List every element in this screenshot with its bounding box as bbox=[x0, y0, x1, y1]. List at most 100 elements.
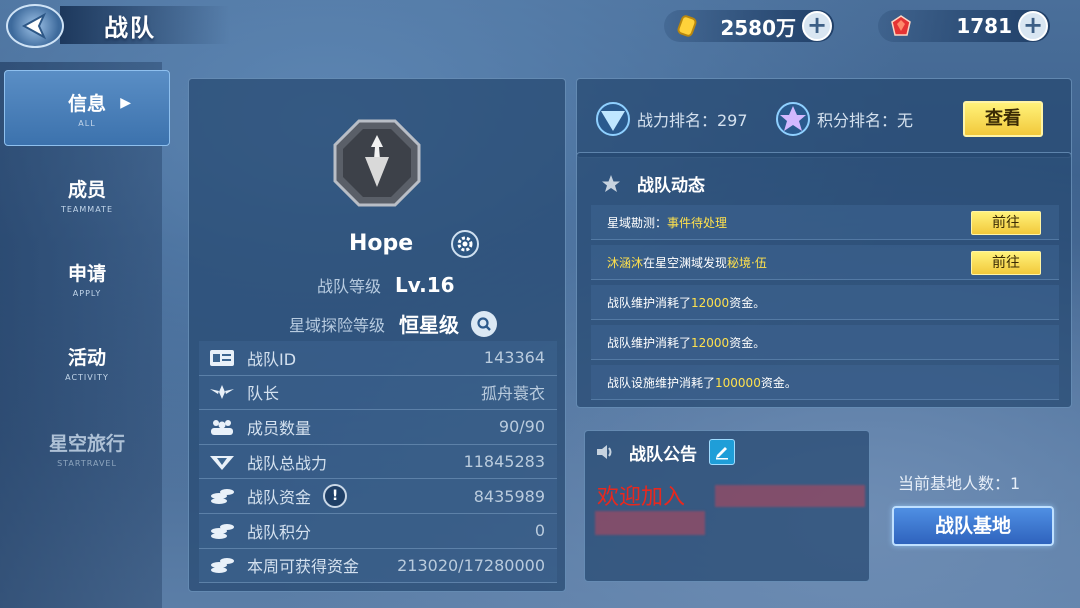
leader-wings-icon bbox=[207, 383, 237, 401]
page-title: 战队 bbox=[104, 14, 156, 42]
gold-value: 2580万 bbox=[720, 15, 796, 40]
red-gem-icon bbox=[888, 13, 914, 39]
news-text-part: 战队维护消耗了 bbox=[607, 295, 692, 310]
team-settings-button[interactable] bbox=[451, 230, 479, 258]
tab-members-label: 成员 bbox=[67, 178, 106, 201]
news-text-part: 在星空渊域发现 bbox=[643, 255, 728, 270]
base-member-count: 当前基地人数：1 bbox=[898, 474, 1021, 493]
stat-row-members: 成员数量 90/90 bbox=[199, 410, 557, 445]
news-highlight: 沐涵沐 bbox=[607, 255, 644, 270]
top-bar: 战队 2580万 + 1781 + bbox=[0, 0, 1080, 52]
back-arrow-icon bbox=[21, 12, 47, 40]
news-highlight: 12000 bbox=[691, 295, 730, 310]
explore-level-label: 星域探险等级 bbox=[289, 315, 386, 335]
news-item: 战队设施维护消耗了100000资金。 bbox=[591, 365, 1059, 400]
news-item: 沐涵沐在星空渊域发现秘境·伍 前往 bbox=[591, 245, 1059, 280]
score-rank-icon bbox=[776, 102, 810, 136]
funds-info-button[interactable]: ! bbox=[323, 484, 348, 509]
tab-activity-label: 活动 bbox=[67, 346, 106, 369]
news-highlight: 100000 bbox=[715, 375, 761, 390]
tab-info-sub: ALL bbox=[78, 118, 96, 128]
members-icon bbox=[207, 418, 237, 436]
tab-members-sub: TEAMMATE bbox=[60, 204, 113, 214]
stat-label: 战队积分 bbox=[247, 522, 312, 542]
power-rank-icon bbox=[596, 102, 630, 136]
news-text-part: 资金。 bbox=[729, 295, 766, 310]
back-button[interactable] bbox=[6, 4, 64, 48]
stat-row-leader: 队长 孤舟蓑衣 bbox=[199, 375, 557, 411]
add-gold-button[interactable]: + bbox=[802, 11, 832, 41]
power-emblem-icon bbox=[207, 453, 237, 471]
news-text-part: 资金。 bbox=[729, 335, 766, 350]
team-base-button[interactable]: 战队基地 bbox=[892, 506, 1054, 546]
team-screen: 战队 2580万 + 1781 + 信息 ALL ▶ 成员 TEAMMATE 申… bbox=[0, 0, 1080, 608]
stat-row-funds: 战队资金 ! 8435989 bbox=[199, 479, 557, 514]
tab-startravel-sub: STARTRAVEL bbox=[57, 458, 117, 468]
tab-members[interactable]: 成员 TEAMMATE bbox=[4, 156, 170, 232]
team-stats-table: 战队ID 143364 队长 孤舟蓑衣 成员数量 90/90 战队总战力 118… bbox=[199, 341, 557, 584]
stat-value: 11845283 bbox=[463, 452, 545, 472]
star-icon bbox=[602, 174, 620, 192]
stat-value: 143364 bbox=[483, 348, 545, 368]
explore-detail-button[interactable] bbox=[471, 310, 498, 337]
gold-currency: 2580万 + bbox=[664, 10, 834, 42]
notice-header: 战队公告 bbox=[595, 439, 735, 465]
stat-label: 战队ID bbox=[247, 349, 297, 369]
edit-notice-button[interactable] bbox=[709, 439, 735, 465]
stat-label: 战队总战力 bbox=[247, 453, 328, 473]
team-notice-panel: 战队公告 欢迎加入 bbox=[584, 430, 870, 582]
stat-label: 战队资金 bbox=[247, 488, 312, 508]
tab-activity[interactable]: 活动 ACTIVITY bbox=[4, 324, 170, 400]
news-text-part: 星域勘测： bbox=[607, 215, 668, 230]
news-header: 战队动态 bbox=[601, 171, 705, 196]
go-button[interactable]: 前往 bbox=[971, 211, 1041, 235]
explore-level-value: 恒星级 bbox=[399, 313, 460, 337]
coin-stack-icon bbox=[207, 556, 237, 574]
chevron-right-icon: ▶ bbox=[120, 95, 131, 111]
add-gem-button[interactable]: + bbox=[1018, 11, 1048, 41]
news-text: 沐涵沐在星空渊域发现秘境·伍 bbox=[607, 254, 767, 271]
tab-apply[interactable]: 申请 APPLY bbox=[4, 240, 170, 316]
news-item: 战队维护消耗了12000资金。 bbox=[591, 285, 1059, 320]
score-rank: 积分排名：无 bbox=[775, 101, 913, 137]
notice-body: 欢迎加入 bbox=[595, 477, 865, 567]
search-icon bbox=[477, 316, 491, 331]
stat-label: 成员数量 bbox=[247, 418, 312, 438]
coin-stack-icon bbox=[207, 522, 237, 540]
stat-label: 队长 bbox=[247, 384, 280, 404]
news-text: 星域勘测：事件待处理 bbox=[607, 214, 727, 231]
score-rank-text: 积分排名：无 bbox=[817, 111, 914, 130]
gold-coin-icon bbox=[674, 13, 700, 39]
speaker-icon bbox=[597, 445, 612, 459]
tab-startravel-label: 星空旅行 bbox=[48, 432, 125, 455]
view-rank-button[interactable]: 查看 bbox=[963, 101, 1043, 137]
gear-icon bbox=[457, 236, 473, 252]
tab-info[interactable]: 信息 ALL ▶ bbox=[4, 70, 170, 146]
team-info-panel: Hope 战队等级 Lv.16 星域探险等级 恒星级 战队ID 143364 队… bbox=[188, 78, 566, 592]
tab-startravel[interactable]: 星空旅行 STARTRAVEL bbox=[4, 410, 170, 486]
news-item: 星域勘测：事件待处理 前往 bbox=[591, 205, 1059, 240]
news-highlight: 事件待处理 bbox=[667, 215, 728, 230]
gem-currency: 1781 + bbox=[878, 10, 1050, 42]
team-news-panel: 战队动态 星域勘测：事件待处理 前往 沐涵沐在星空渊域发现秘境·伍 前往 战队维… bbox=[576, 152, 1072, 408]
go-button[interactable]: 前往 bbox=[971, 251, 1041, 275]
id-card-icon bbox=[207, 349, 237, 367]
news-title: 战队动态 bbox=[637, 176, 705, 196]
stat-label: 本周可获得资金 bbox=[247, 557, 360, 577]
stat-row-id: 战队ID 143364 bbox=[199, 341, 557, 376]
redacted-area bbox=[595, 511, 705, 535]
tab-activity-sub: ACTIVITY bbox=[65, 372, 109, 382]
stat-value: 孤舟蓑衣 bbox=[480, 384, 545, 404]
team-level-value: Lv.16 bbox=[395, 273, 455, 297]
power-rank-text: 战力排名：297 bbox=[637, 111, 748, 130]
news-highlight: 12000 bbox=[691, 335, 730, 350]
gem-value: 1781 bbox=[956, 14, 1012, 38]
news-list: 星域勘测：事件待处理 前往 沐涵沐在星空渊域发现秘境·伍 前往 战队维护消耗了1… bbox=[591, 205, 1059, 405]
team-emblem-icon bbox=[331, 117, 423, 209]
notice-title: 战队公告 bbox=[629, 444, 697, 465]
explore-level-row: 星域探险等级 恒星级 bbox=[289, 309, 498, 338]
stat-value: 0 bbox=[534, 521, 545, 541]
notice-text: 欢迎加入 bbox=[597, 485, 686, 510]
stat-row-power: 战队总战力 11845283 bbox=[199, 444, 557, 480]
stat-value: 90/90 bbox=[498, 417, 545, 437]
